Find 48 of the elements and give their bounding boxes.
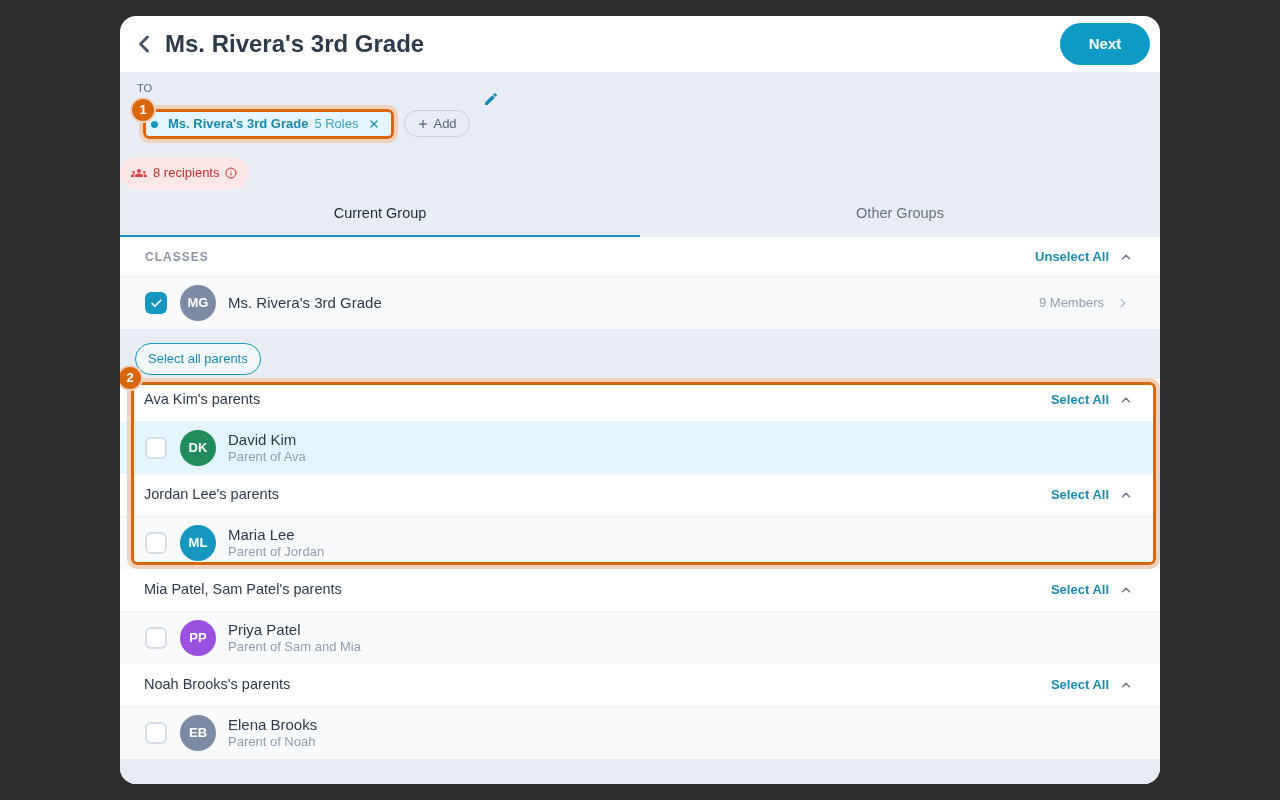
- select-all-link[interactable]: Select All: [1050, 580, 1109, 600]
- member-name: Elena Brooks: [228, 715, 318, 735]
- select-all-link[interactable]: Select All: [1050, 485, 1109, 505]
- avatar: EB: [180, 715, 216, 751]
- avatar: ML: [180, 525, 216, 561]
- member-name: David Kim: [228, 430, 298, 450]
- checkbox[interactable]: [145, 532, 167, 554]
- plus-icon: [417, 117, 430, 130]
- to-label: TO: [137, 82, 153, 94]
- group-title: Noah Brooks's parents: [144, 675, 291, 695]
- chip-roles: 5 Roles: [314, 115, 359, 134]
- callout-number-badge: 2: [120, 365, 143, 391]
- checkbox[interactable]: [145, 627, 167, 649]
- checkbox[interactable]: [145, 292, 167, 314]
- next-button[interactable]: Next: [1060, 23, 1150, 65]
- info-icon[interactable]: [225, 167, 238, 179]
- group-title: Ava Kim's parents: [144, 390, 261, 410]
- section-heading: CLASSES: [145, 248, 209, 266]
- avatar: MG: [180, 285, 216, 321]
- unselect-all-link[interactable]: Unselect All: [1035, 246, 1109, 267]
- member-name: Priya Patel: [228, 620, 302, 640]
- avatar: DK: [180, 430, 216, 466]
- class-row[interactable]: MG Ms. Rivera's 3rd Grade 9 Members: [120, 277, 1160, 329]
- recipients-count: 8 recipients: [153, 164, 220, 183]
- pencil-icon[interactable]: [482, 91, 499, 107]
- group-title: Jordan Lee's parents: [144, 485, 279, 505]
- member-row[interactable]: EB Elena Brooks Parent of Noah: [120, 706, 1160, 759]
- group-title: Mia Patel, Sam Patel's parents: [144, 580, 342, 600]
- dialog-title: Ms. Rivera's 3rd Grade: [165, 29, 425, 59]
- select-all-link[interactable]: Select All: [1050, 390, 1109, 410]
- avatar: PP: [180, 620, 216, 656]
- member-relation: Parent of Sam and Mia: [228, 639, 361, 656]
- select-all-parents-button[interactable]: Select all parents: [135, 343, 261, 375]
- callout-number-badge: 1: [130, 97, 156, 123]
- chip-label: Ms. Rivera's 3rd Grade: [168, 115, 309, 134]
- member-name: Maria Lee: [228, 525, 296, 545]
- class-name: Ms. Rivera's 3rd Grade: [228, 292, 382, 313]
- check-icon: [149, 296, 163, 310]
- member-relation: Parent of Noah: [228, 734, 317, 751]
- checkbox[interactable]: [145, 722, 167, 744]
- select-all-link[interactable]: Select All: [1050, 675, 1109, 695]
- status-dot-icon: [151, 120, 158, 128]
- checkbox[interactable]: [145, 437, 167, 459]
- member-relation: Parent of Ava: [228, 449, 306, 466]
- tab[interactable]: Other Groups: [640, 192, 1160, 237]
- member-relation: Parent of Jordan: [228, 544, 325, 561]
- member-row[interactable]: PP Priya Patel Parent of Sam and Mia: [120, 611, 1160, 664]
- member-count: 9 Members: [1038, 294, 1104, 313]
